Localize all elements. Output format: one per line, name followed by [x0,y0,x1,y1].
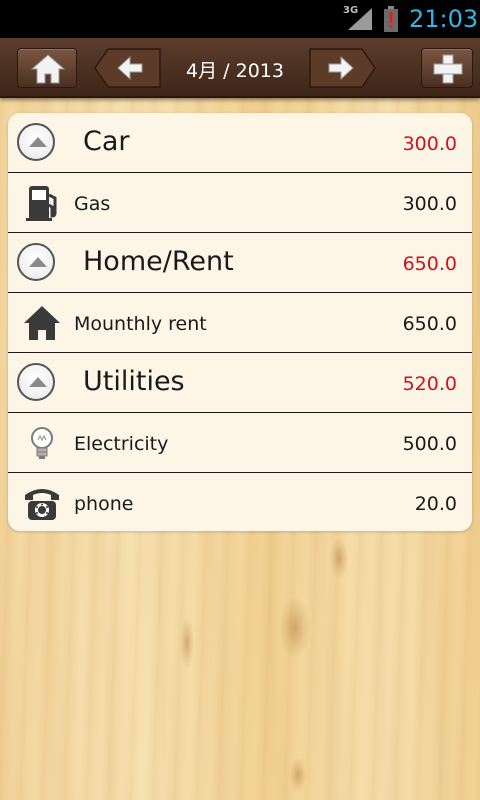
collapse-button[interactable] [17,123,55,161]
month-label: 4月 / 2013 [186,60,284,82]
fuel-pump-icon [26,186,57,221]
toolbar: 4月 / 2013 [0,38,480,98]
home-button[interactable] [17,48,77,88]
list-item-gas[interactable]: Gas 300.0 [8,173,472,233]
telephone-icon [25,489,59,520]
group-total: 300.0 [402,133,457,155]
status-bar: 3G 21:03 [0,0,480,38]
wood-knot [280,598,310,658]
next-month-button[interactable] [309,48,389,88]
prev-button-shape [94,48,161,88]
group-header-home-rent[interactable]: Home/Rent 650.0 [8,233,472,293]
item-amount: 20.0 [414,493,457,515]
clock: 21:03 [409,5,479,33]
previous-month-button[interactable] [94,48,174,88]
next-button-shape [309,48,376,88]
plus-icon [433,54,463,84]
list-item-electricity[interactable]: Electricity 500.0 [8,413,472,473]
group-name: Utilities [83,366,185,397]
item-amount: 300.0 [402,193,457,215]
signal-icon [348,8,372,30]
item-amount: 500.0 [402,433,457,455]
list-item-phone[interactable]: phone 20.0 [8,473,472,531]
item-name: phone [74,493,134,515]
item-name: Electricity [74,433,169,455]
house-icon [24,306,60,340]
group-name: Car [83,126,130,157]
group-header-utilities[interactable]: Utilities 520.0 [8,353,472,413]
expense-list: Car 300.0 Gas 300.0 Home/Rent 650.0 Moun… [8,113,472,531]
collapse-button[interactable] [17,363,55,401]
group-total: 650.0 [402,253,457,275]
chevron-up-icon [29,257,47,267]
wood-knot [330,538,348,578]
item-amount: 650.0 [402,313,457,335]
item-name: Mounthly rent [74,313,207,335]
list-item-monthly-rent[interactable]: Mounthly rent 650.0 [8,293,472,353]
group-name: Home/Rent [83,246,234,277]
wood-knot [180,618,194,668]
add-button[interactable] [421,48,473,88]
item-name: Gas [74,193,111,215]
lightbulb-icon [31,427,53,459]
group-header-car[interactable]: Car 300.0 [8,113,472,173]
chevron-up-icon [29,137,47,147]
chevron-up-icon [29,377,47,387]
group-total: 520.0 [402,373,457,395]
battery-alert-icon [384,6,398,32]
collapse-button[interactable] [17,243,55,281]
wood-knot [290,758,306,792]
home-icon [30,54,66,84]
